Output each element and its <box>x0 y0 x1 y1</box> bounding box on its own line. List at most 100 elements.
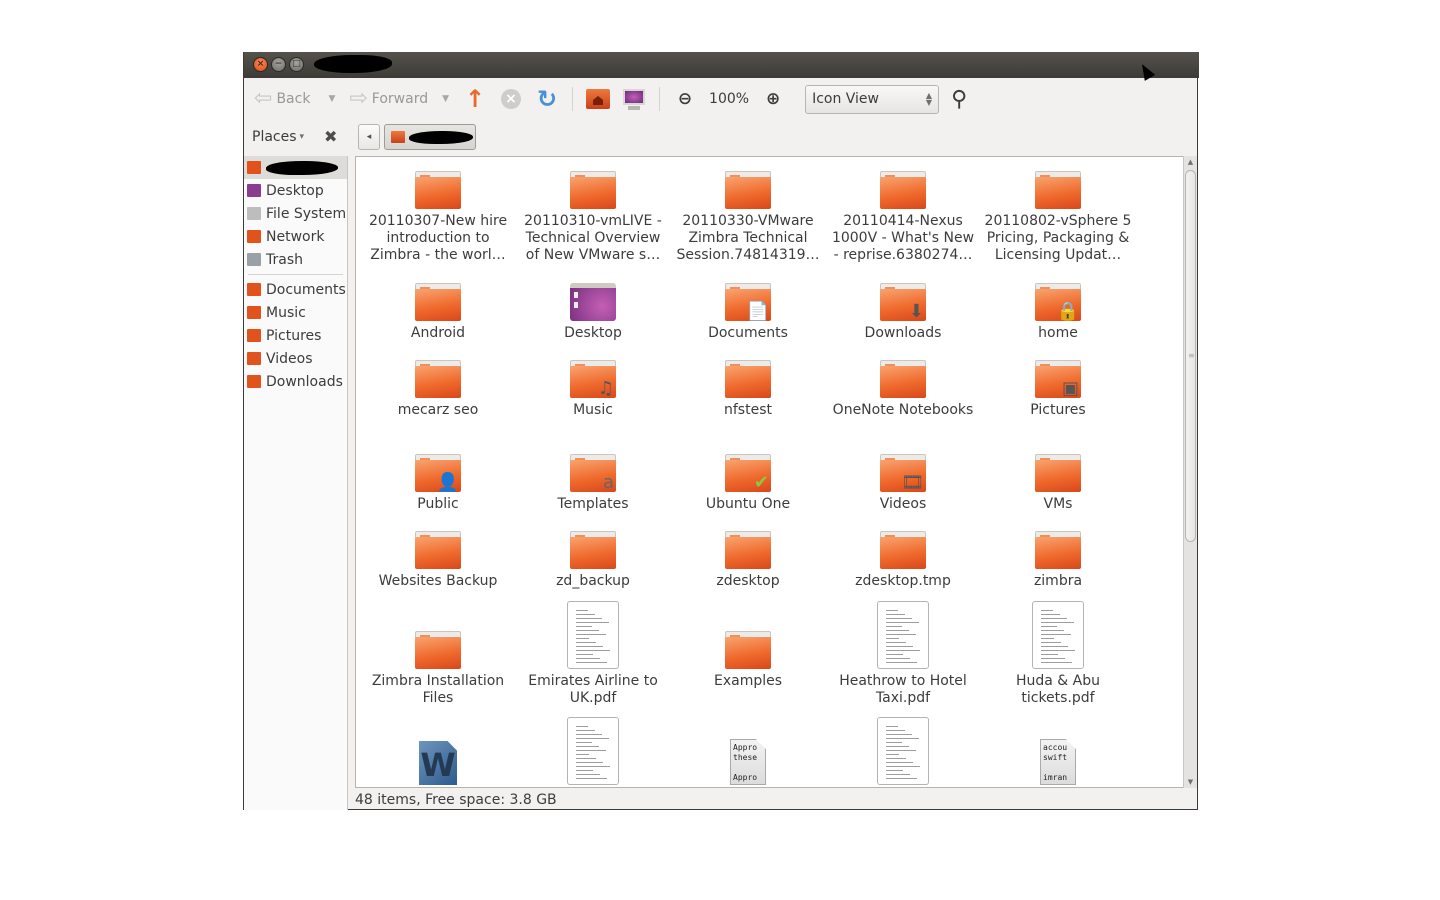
file-item-onenote-notebooks[interactable]: OneNote Notebooks <box>828 360 978 419</box>
file-item-20110802-vsphere-5-pricing-packaging-licensing-updat[interactable]: 20110802-vSphere 5 Pricing, Packaging & … <box>983 171 1133 264</box>
pdf-thumbnail-icon <box>877 601 929 669</box>
file-item-examples[interactable]: Examples <box>673 601 823 690</box>
file-item-unnamed-31[interactable] <box>518 717 668 785</box>
places-dropdown[interactable]: Places <box>252 129 297 145</box>
pdf-thumbnail-icon <box>567 601 619 669</box>
home-button[interactable] <box>583 84 613 114</box>
file-item-20110307-new-hire-introduction-to-zimbra-the-worl[interactable]: 20110307-New hire introduction to Zimbra… <box>363 171 513 264</box>
emblem-icon: ⬇ <box>908 301 924 322</box>
computer-button[interactable] <box>619 84 649 114</box>
toolbar-separator <box>572 87 574 111</box>
file-item-unnamed-30[interactable]: W <box>363 717 513 785</box>
file-item-zimbra[interactable]: zimbra <box>983 531 1133 590</box>
up-button[interactable]: ↑ <box>460 84 490 114</box>
file-item-music[interactable]: ♫ Music <box>518 360 668 419</box>
sidebar-item-downloads[interactable]: Downloads <box>244 370 347 393</box>
emblem-icon: ♫ <box>597 378 614 399</box>
file-item-mecarz-seo[interactable]: mecarz seo <box>363 360 513 419</box>
zoom-in-button[interactable]: ⊕ <box>758 84 788 114</box>
back-button[interactable]: ⇦ Back <box>250 84 314 114</box>
emblem-icon: 📄 <box>746 301 769 322</box>
file-item-vms[interactable]: VMs <box>983 454 1133 513</box>
file-icon-view[interactable]: 20110307-New hire introduction to Zimbra… <box>355 156 1185 788</box>
file-item-20110310-vmlive-technical-overview-of-new-vmware-s[interactable]: 20110310-vmLIVE - Technical Overview of … <box>518 171 668 264</box>
forward-button[interactable]: ⇨ Forward <box>345 84 432 114</box>
videos-folder-icon <box>247 352 261 365</box>
sidebar-item-label: Documents <box>266 281 346 298</box>
scrollbar-thumb[interactable] <box>1185 170 1196 542</box>
file-name-label: Videos <box>879 496 927 512</box>
file-item-20110414-nexus-1000v-what-s-new-reprise-6380274[interactable]: 20110414-Nexus 1000V - What's New - repr… <box>828 171 978 264</box>
vertical-scrollbar[interactable]: ▲ ▼ <box>1183 156 1197 788</box>
view-mode-select[interactable]: Icon View ▲ ▼ <box>805 84 940 114</box>
status-text: 48 items, Free space: 3.8 GB <box>355 792 557 808</box>
file-item-unnamed-32[interactable]: Appro these Appro <box>673 717 823 785</box>
scroll-down-arrow[interactable]: ▼ <box>1184 776 1197 788</box>
breadcrumb-home[interactable] <box>384 124 476 150</box>
zoom-out-button[interactable]: ⊖ <box>670 84 700 114</box>
file-item-zd-backup[interactable]: zd_backup <box>518 531 668 590</box>
file-name-label: 20110414-Nexus 1000V - What's New - repr… <box>831 213 975 263</box>
sidebar-item-label: Music <box>266 304 306 321</box>
text-file-icon: accou swift imran <box>1040 739 1076 785</box>
file-item-public[interactable]: 👤 Public <box>363 454 513 513</box>
file-item-home[interactable]: 🔒 home <box>983 283 1133 342</box>
reload-button[interactable]: ↻ <box>532 84 562 114</box>
back-history-dropdown[interactable]: ▼ <box>328 94 335 104</box>
scroll-up-arrow[interactable]: ▲ <box>1184 156 1197 168</box>
folder-icon <box>415 531 461 569</box>
file-name-label: 20110307-New hire introduction to Zimbra… <box>368 213 508 263</box>
emblem-icon: ✔ <box>753 472 769 493</box>
search-button[interactable]: ⚲ <box>951 87 967 112</box>
zoom-level: 100% <box>709 91 750 107</box>
file-item-videos[interactable]: 🎞 Videos <box>828 454 978 513</box>
folder-icon: 👤 <box>415 454 461 492</box>
file-item-huda-abu-tickets-pdf[interactable]: Huda & Abu tickets.pdf <box>983 601 1133 707</box>
file-item-android[interactable]: Android <box>363 283 513 342</box>
path-scroll-left-button[interactable]: ◂ <box>358 124 380 150</box>
file-name-label: Zimbra Installation Files <box>371 673 505 706</box>
file-item-20110330-vmware-zimbra-technical-session-74814319[interactable]: 20110330-VMware Zimbra Technical Session… <box>673 171 823 264</box>
file-item-zdesktop-tmp[interactable]: zdesktop.tmp <box>828 531 978 590</box>
close-sidebar-button[interactable]: ✖ <box>324 127 337 146</box>
toolbar-separator <box>659 87 661 111</box>
folder-icon: ♫ <box>570 360 616 398</box>
sidebar-item-home[interactable] <box>244 156 347 179</box>
file-item-pictures[interactable]: ▣ Pictures <box>983 360 1133 419</box>
window-close-button[interactable]: × <box>253 57 268 72</box>
sidebar-item-pictures[interactable]: Pictures <box>244 324 347 347</box>
folder-icon: 🎞 <box>880 454 926 492</box>
file-item-zdesktop[interactable]: zdesktop <box>673 531 823 590</box>
sidebar-item-network[interactable]: Network <box>244 225 347 248</box>
folder-icon: ▣ <box>1035 360 1081 398</box>
file-item-downloads[interactable]: ⬇ Downloads <box>828 283 978 342</box>
file-item-zimbra-installation-files[interactable]: Zimbra Installation Files <box>363 601 513 707</box>
file-item-unnamed-33[interactable] <box>828 717 978 785</box>
sidebar-item-music[interactable]: Music <box>244 301 347 324</box>
sidebar-item-videos[interactable]: Videos <box>244 347 347 370</box>
forward-history-dropdown[interactable]: ▼ <box>442 94 449 104</box>
sidebar-item-documents[interactable]: Documents <box>244 278 347 301</box>
file-item-emirates-airline-to-uk-pdf[interactable]: Emirates Airline to UK.pdf <box>518 601 668 707</box>
documents-folder-icon <box>247 283 261 296</box>
emblem-icon: a <box>602 472 614 493</box>
file-item-unnamed-34[interactable]: accou swift imran <box>983 717 1133 785</box>
stop-button[interactable]: × <box>496 84 526 114</box>
desktop-icon <box>247 184 261 197</box>
file-name-label: Examples <box>713 673 783 689</box>
window-maximize-button[interactable]: □ <box>289 57 304 72</box>
file-item-heathrow-to-hotel-taxi-pdf[interactable]: Heathrow to Hotel Taxi.pdf <box>828 601 978 707</box>
file-item-templates[interactable]: a Templates <box>518 454 668 513</box>
file-item-ubuntu-one[interactable]: ✔ Ubuntu One <box>673 454 823 513</box>
chevron-down-icon[interactable]: ▾ <box>300 132 305 142</box>
sidebar-item-trash[interactable]: Trash <box>244 248 347 271</box>
pdf-thumbnail-icon <box>567 717 619 785</box>
window-minimize-button[interactable]: − <box>271 57 286 72</box>
file-item-documents[interactable]: 📄 Documents <box>673 283 823 342</box>
sidebar-item-file-system[interactable]: File System <box>244 202 347 225</box>
title-bar[interactable]: × − □ <box>244 52 1199 78</box>
file-item-nfstest[interactable]: nfstest <box>673 360 823 419</box>
file-item-desktop[interactable]: Desktop <box>518 283 668 342</box>
sidebar-item-desktop[interactable]: Desktop <box>244 179 347 202</box>
file-item-websites-backup[interactable]: Websites Backup <box>363 531 513 590</box>
